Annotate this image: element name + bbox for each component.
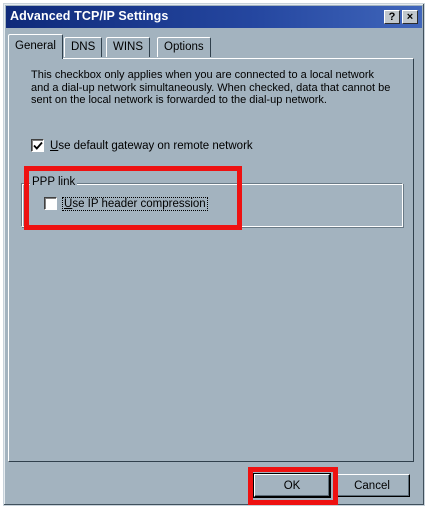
close-button[interactable]: × [402, 10, 418, 24]
ip-header-compression-checkbox[interactable] [44, 197, 57, 210]
default-gateway-option[interactable]: Use default gateway on remote network [31, 139, 253, 152]
tab-general[interactable]: General [8, 34, 63, 59]
default-gateway-label-text: se default gateway on remote network [58, 139, 253, 152]
title-bar[interactable]: Advanced TCP/IP Settings ? × [6, 6, 422, 28]
ppp-link-label: PPP link [30, 176, 78, 188]
general-tab-panel: This checkbox only applies when you are … [8, 58, 414, 462]
ppp-link-group: PPP link Use IP header compression [21, 176, 403, 227]
ip-header-compression-label: Use IP header compression [62, 196, 208, 211]
checkmark-icon [33, 141, 43, 150]
help-button[interactable]: ? [384, 10, 400, 24]
ip-header-label-text: se IP header compression [72, 197, 206, 210]
default-gateway-checkbox[interactable] [31, 139, 44, 152]
tab-dns[interactable]: DNS [64, 37, 103, 57]
ok-button[interactable]: OK [253, 473, 331, 498]
window-title: Advanced TCP/IP Settings [10, 9, 169, 23]
ip-header-compression-option[interactable]: Use IP header compression [44, 196, 208, 211]
tab-options[interactable]: Options [157, 37, 211, 57]
tab-wins[interactable]: WINS [106, 37, 151, 57]
gateway-description: This checkbox only applies when you are … [31, 69, 391, 106]
cancel-button[interactable]: Cancel [334, 474, 410, 497]
default-gateway-label: Use default gateway on remote network [50, 140, 253, 152]
